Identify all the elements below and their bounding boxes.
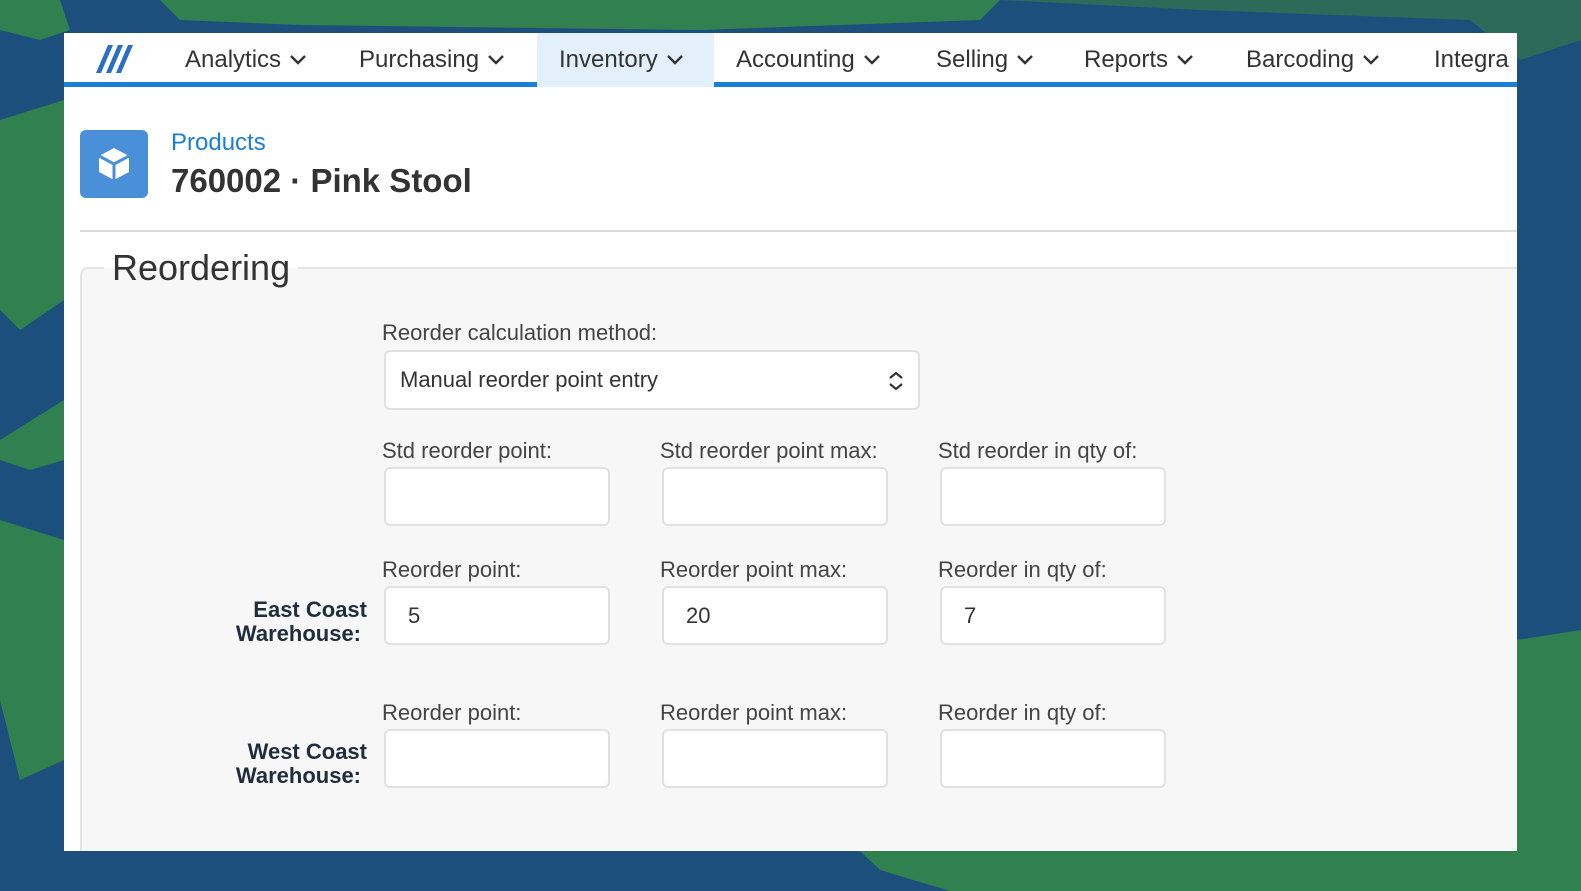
std-reorder-point-max-label: Std reorder point max: <box>660 438 878 463</box>
east-reorder-point-input[interactable] <box>384 586 610 645</box>
nav-reports[interactable]: Reports <box>1062 33 1216 87</box>
box-icon <box>80 130 148 198</box>
east-coast-warehouse-label: East Coast Warehouse: <box>207 598 367 646</box>
nav-label: Accounting <box>736 46 855 73</box>
warehouse-name-line1: West Coast <box>247 739 367 764</box>
chevron-down-icon <box>290 55 306 65</box>
east-reorder-qty-label: Reorder in qty of: <box>938 557 1107 582</box>
west-coast-warehouse-label: West Coast Warehouse: <box>207 740 367 788</box>
std-reorder-point-max-input[interactable] <box>662 467 888 526</box>
section-title: Reordering <box>104 247 299 289</box>
west-reorder-point-label: Reorder point: <box>382 700 522 725</box>
nav-label: Reports <box>1084 46 1169 73</box>
top-navigation: Analytics Purchasing Inventory Accountin… <box>64 33 1517 87</box>
app-window: Analytics Purchasing Inventory Accountin… <box>64 33 1517 851</box>
chevron-up-down-icon <box>889 371 903 391</box>
nav-selling[interactable]: Selling <box>914 33 1056 87</box>
nav-analytics[interactable]: Analytics <box>163 33 329 87</box>
std-reorder-point-input[interactable] <box>384 467 610 526</box>
chevron-down-icon <box>488 55 504 65</box>
std-reorder-qty-input[interactable] <box>940 467 1166 526</box>
divider <box>80 230 1517 232</box>
nav-accounting[interactable]: Accounting <box>714 33 903 87</box>
nav-label: Analytics <box>185 46 282 73</box>
east-reorder-point-max-input[interactable] <box>662 586 888 645</box>
nav-label: Barcoding <box>1246 46 1355 73</box>
nav-label: Purchasing <box>359 46 480 73</box>
chevron-down-icon <box>666 55 683 65</box>
warehouse-name-line2: Warehouse: <box>235 621 361 646</box>
page-header: Products 760002 · Pink Stool <box>64 92 1517 232</box>
nav-purchasing[interactable]: Purchasing <box>337 33 527 87</box>
nav-inventory[interactable]: Inventory <box>537 33 714 87</box>
west-reorder-point-input[interactable] <box>384 729 610 788</box>
logo-icon[interactable] <box>94 39 140 77</box>
chevron-down-icon <box>1177 55 1193 65</box>
west-reorder-point-max-input[interactable] <box>662 729 888 788</box>
east-reorder-point-max-label: Reorder point max: <box>660 557 848 582</box>
std-reorder-point-label: Std reorder point: <box>382 438 552 463</box>
chevron-down-icon <box>863 55 880 65</box>
chevron-down-icon <box>1017 55 1033 65</box>
nav-integrations[interactable]: Integra <box>1412 33 1517 87</box>
west-reorder-qty-input[interactable] <box>940 729 1166 788</box>
select-value: Manual reorder point entry <box>400 367 659 392</box>
west-reorder-point-max-label: Reorder point max: <box>660 700 848 725</box>
chevron-down-icon <box>1363 55 1379 65</box>
nav-label: Selling <box>936 46 1009 73</box>
nav-label: Integra <box>1434 46 1509 73</box>
warehouse-name-line1: East Coast <box>253 597 367 622</box>
east-reorder-qty-input[interactable] <box>940 586 1166 645</box>
east-reorder-point-label: Reorder point: <box>382 557 522 582</box>
nav-barcoding[interactable]: Barcoding <box>1224 33 1402 87</box>
west-reorder-qty-label: Reorder in qty of: <box>938 700 1107 725</box>
std-reorder-qty-label: Std reorder in qty of: <box>938 438 1138 463</box>
breadcrumb-products[interactable]: Products <box>171 129 266 157</box>
method-label: Reorder calculation method: <box>382 320 658 345</box>
nav-label: Inventory <box>559 46 658 73</box>
page-title: 760002 · Pink Stool <box>171 162 472 199</box>
warehouse-name-line2: Warehouse: <box>235 763 361 788</box>
reorder-method-select[interactable]: Manual reorder point entry <box>384 350 920 410</box>
